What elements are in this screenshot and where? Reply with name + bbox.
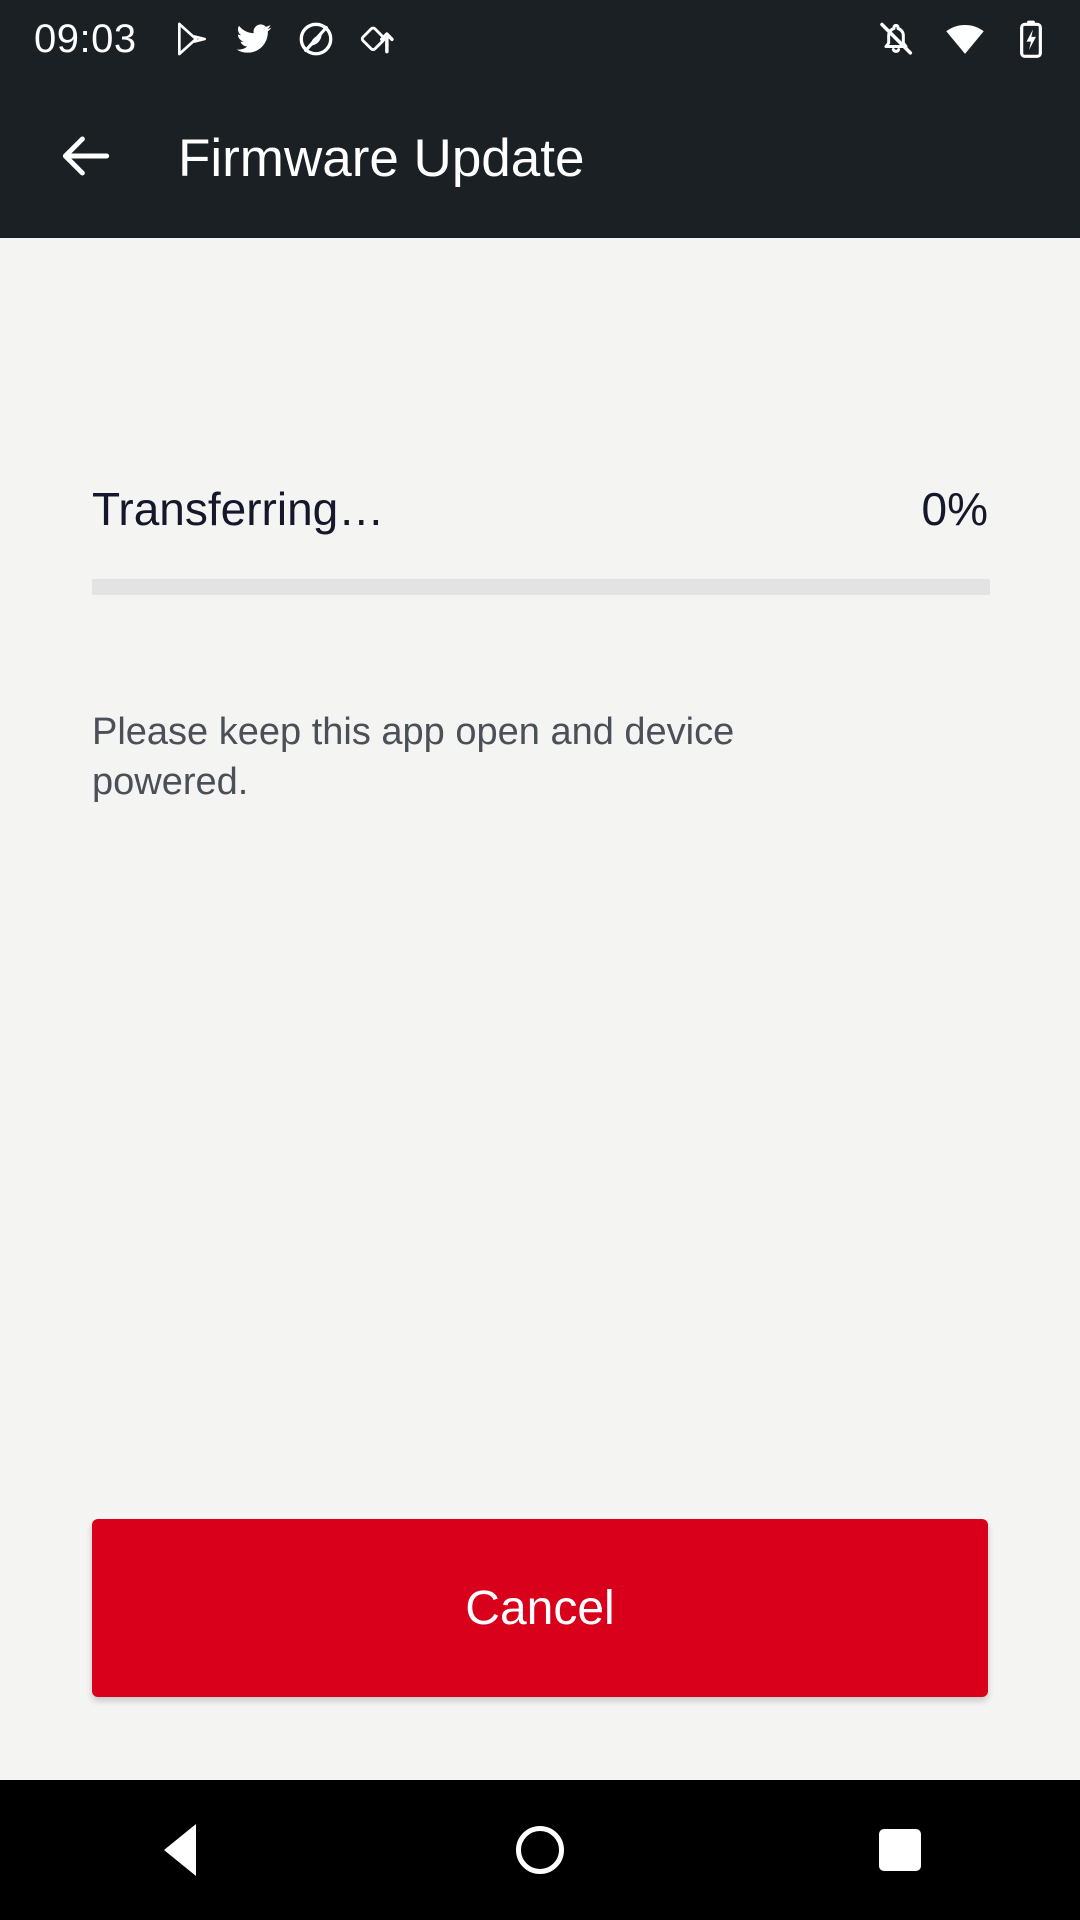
arrow-left-icon bbox=[55, 125, 117, 192]
android-navigation-bar bbox=[0, 1780, 1080, 1920]
twitter-icon bbox=[235, 20, 273, 58]
battery-charging-icon bbox=[1014, 19, 1048, 59]
status-bar-system-icons bbox=[876, 18, 1048, 60]
status-bar-clock: 09:03 bbox=[34, 17, 137, 61]
progress-percent-label: 0% bbox=[921, 483, 988, 535]
phone-screen: 09:03 Firmware Update Transferring… 0% P… bbox=[0, 0, 1080, 1920]
wifi-icon bbox=[944, 18, 986, 60]
app-bar: Firmware Update bbox=[0, 78, 1080, 238]
nav-back-button[interactable] bbox=[0, 1780, 360, 1920]
cancel-button[interactable]: Cancel bbox=[92, 1519, 988, 1697]
nav-back-triangle-icon bbox=[164, 1824, 196, 1876]
nav-home-circle-icon bbox=[516, 1826, 564, 1874]
status-bar: 09:03 bbox=[0, 0, 1080, 78]
back-button[interactable] bbox=[44, 116, 128, 200]
circle-app-icon bbox=[297, 20, 335, 58]
hint-message: Please keep this app open and device pow… bbox=[92, 710, 735, 803]
progress-status-label: Transferring… bbox=[92, 483, 385, 535]
nav-recents-square-icon bbox=[879, 1829, 921, 1871]
progress-section: Transferring… 0% bbox=[92, 484, 990, 595]
main-content: Transferring… 0% Please keep this app op… bbox=[0, 238, 1080, 1780]
play-store-icon bbox=[173, 20, 211, 58]
notifications-off-icon bbox=[876, 19, 916, 59]
progress-bar bbox=[92, 578, 990, 595]
nav-home-button[interactable] bbox=[360, 1780, 720, 1920]
page-title: Firmware Update bbox=[178, 128, 585, 188]
nav-recents-button[interactable] bbox=[720, 1780, 1080, 1920]
diamond-upload-icon bbox=[359, 20, 397, 58]
status-bar-notification-icons bbox=[173, 20, 397, 58]
progress-header-row: Transferring… 0% bbox=[92, 484, 988, 535]
